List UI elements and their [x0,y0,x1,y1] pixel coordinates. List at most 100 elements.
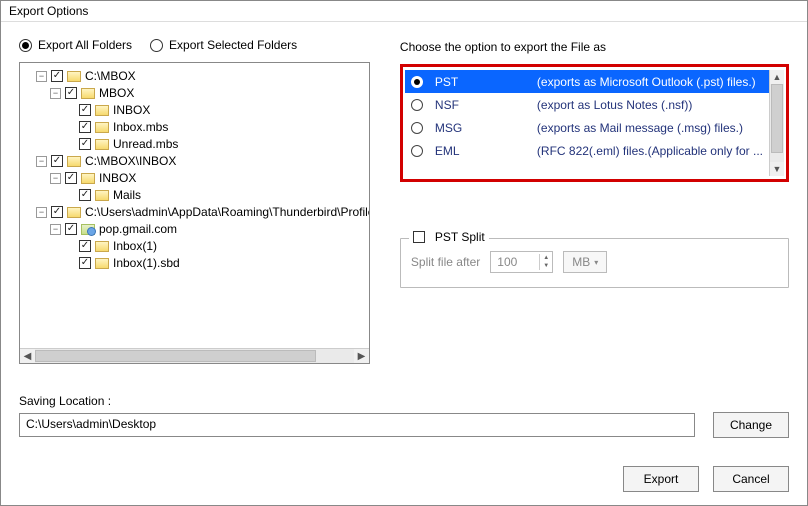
collapse-icon[interactable]: − [36,207,47,218]
stepper-arrows[interactable]: ▲ ▼ [539,254,552,270]
cancel-button[interactable]: Cancel [713,466,789,492]
vertical-scrollbar[interactable]: ▲ ▼ [769,70,784,176]
tree-checkbox[interactable] [79,121,91,133]
tree-checkbox[interactable] [65,172,77,184]
folder-icon [95,241,109,252]
folder-icon [67,207,81,218]
export-options-dialog: Export Options Export All Folders Export… [0,0,808,506]
change-button[interactable]: Change [713,412,789,438]
split-unit-dropdown[interactable]: MB ▾ [563,251,607,273]
pst-split-checkbox[interactable] [413,231,425,243]
export-button[interactable]: Export [623,466,699,492]
vscroll-track[interactable] [770,84,784,162]
tree-node[interactable]: −C:\MBOX [22,68,367,84]
folder-icon [81,173,95,184]
tree-checkbox[interactable] [51,206,63,218]
split-size-stepper[interactable]: ▲ ▼ [490,251,553,273]
radio-dot-icon [150,39,163,52]
folder-tree-list[interactable]: −C:\MBOX−MBOXINBOXInbox.mbsUnread.mbs−C:… [20,63,369,348]
tree-node-label: C:\MBOX\INBOX [85,153,176,169]
expander-blank [64,105,75,116]
stepper-up-icon[interactable]: ▲ [540,254,552,262]
collapse-icon[interactable]: − [50,224,61,235]
radio-dot-icon [411,99,423,111]
scroll-down-icon[interactable]: ▼ [770,162,784,176]
collapse-icon[interactable]: − [50,173,61,184]
scroll-left-icon[interactable]: ◀ [20,349,35,363]
tree-node[interactable]: − pop.gmail.com [22,221,367,237]
format-option-nsf[interactable]: NSF (export as Lotus Notes (.nsf)) [405,93,769,116]
format-option-msg[interactable]: MSG(exports as Mail message (.msg) files… [405,116,769,139]
tree-checkbox[interactable] [79,104,91,116]
tree-node-label: Mails [113,187,141,203]
expander-blank [64,122,75,133]
pst-split-group: PST Split Split file after ▲ ▼ MB [400,238,789,288]
collapse-icon[interactable]: − [50,88,61,99]
tree-node-label: pop.gmail.com [99,221,177,237]
stepper-down-icon[interactable]: ▼ [540,262,552,270]
scroll-up-icon[interactable]: ▲ [770,70,784,84]
hscroll-track[interactable] [35,349,354,363]
tree-checkbox[interactable] [79,240,91,252]
collapse-icon[interactable]: − [36,71,47,82]
scroll-right-icon[interactable]: ▶ [354,349,369,363]
tree-node[interactable]: INBOX [22,102,367,118]
saving-location-label: Saving Location : [19,394,789,408]
tree-node[interactable]: − C:\MBOX\INBOX [22,153,367,169]
window-title: Export Options [1,1,807,22]
tree-node-label: Inbox(1).sbd [113,255,180,271]
tree-node[interactable]: Inbox(1).sbd [22,255,367,271]
saving-location-input[interactable]: C:\Users\admin\Desktop [19,413,695,437]
tree-checkbox[interactable] [79,189,91,201]
tree-checkbox[interactable] [79,138,91,150]
export-scope-radios: Export All Folders Export Selected Folde… [19,34,370,62]
tree-node[interactable]: − MBOX [22,85,367,101]
format-name: PST [435,75,525,89]
format-description: (RFC 822(.eml) files.(Applicable only fo… [537,144,763,158]
tree-node-label: INBOX [99,170,136,186]
format-name: MSG [435,121,525,135]
folder-icon [95,122,109,133]
format-name: EML [435,144,525,158]
horizontal-scrollbar[interactable]: ◀ ▶ [20,348,369,363]
tree-node[interactable]: Inbox(1) [22,238,367,254]
split-unit-label: MB [572,255,590,269]
folder-icon [95,258,109,269]
saving-location-section: Saving Location : C:\Users\admin\Desktop… [19,394,789,438]
tree-node-label: MBOX [99,85,134,101]
folder-icon [81,88,95,99]
format-description: (exports as Microsoft Outlook (.pst) fil… [537,75,756,89]
dialog-content: Export All Folders Export Selected Folde… [1,22,807,505]
mail-account-icon [81,224,95,235]
tree-node[interactable]: −C:\Users\admin\AppData\Roaming\Thunderb… [22,204,367,220]
tree-checkbox[interactable] [65,87,77,99]
folder-tree: −C:\MBOX−MBOXINBOXInbox.mbsUnread.mbs−C:… [19,62,370,364]
radio-export-all[interactable]: Export All Folders [19,38,132,52]
format-list[interactable]: PST (exports as Microsoft Outlook (.pst) … [405,70,769,176]
tree-node-label: Inbox.mbs [113,119,168,135]
radio-dot-icon [411,145,423,157]
radio-export-selected[interactable]: Export Selected Folders [150,38,297,52]
tree-checkbox[interactable] [51,70,63,82]
format-description: (export as Lotus Notes (.nsf)) [537,98,692,112]
pst-split-legend: PST Split [409,230,489,244]
tree-node[interactable]: Inbox.mbs [22,119,367,135]
collapse-icon[interactable]: − [36,156,47,167]
format-option-pst[interactable]: PST (exports as Microsoft Outlook (.pst) … [405,70,769,93]
tree-checkbox[interactable] [51,155,63,167]
folder-icon [95,105,109,116]
format-option-eml[interactable]: EML (RFC 822(.eml) files.(Applicable only… [405,139,769,162]
hscroll-thumb[interactable] [35,350,316,362]
radio-dot-icon [411,76,423,88]
folder-icon [95,190,109,201]
tree-node[interactable]: Unread.mbs [22,136,367,152]
tree-node[interactable]: Mails [22,187,367,203]
split-size-input[interactable] [491,253,539,271]
tree-checkbox[interactable] [65,223,77,235]
expander-blank [64,241,75,252]
chevron-down-icon: ▾ [594,258,598,267]
tree-checkbox[interactable] [79,257,91,269]
tree-node[interactable]: − INBOX [22,170,367,186]
format-name: NSF [435,98,525,112]
vscroll-thumb[interactable] [771,84,783,153]
